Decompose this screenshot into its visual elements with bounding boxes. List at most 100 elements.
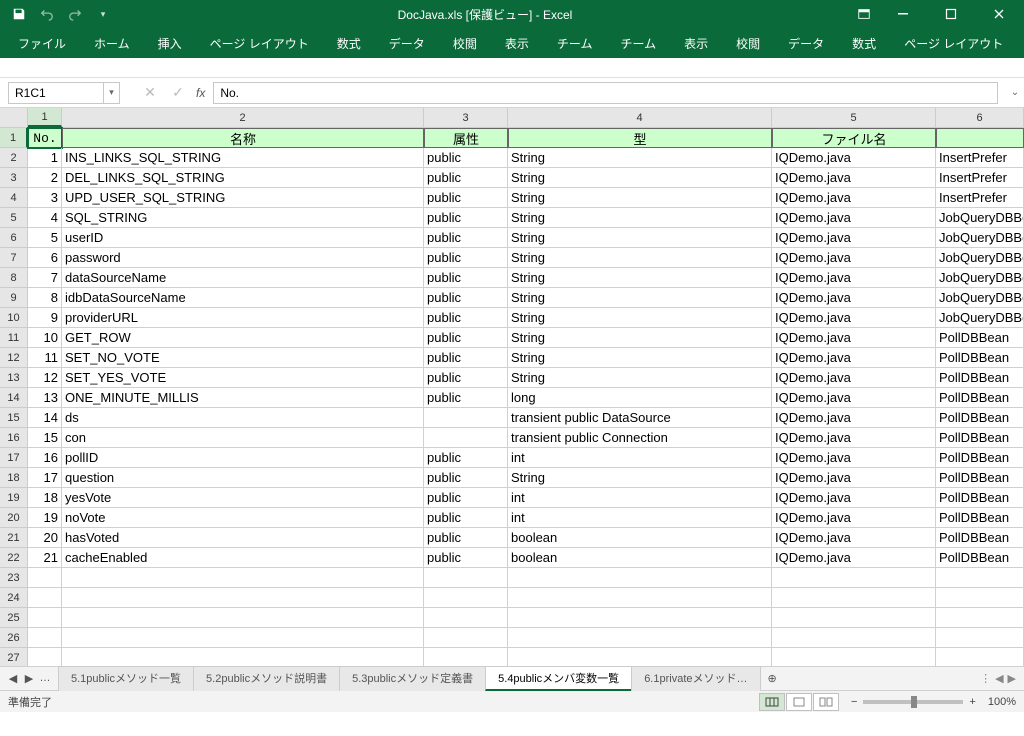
header-cell[interactable]: No. [28,128,62,148]
row-header[interactable]: 20 [0,508,28,528]
sheet-tab[interactable]: 5.4publicメンバ変数一覧 [485,666,632,691]
data-cell[interactable]: SET_YES_VOTE [62,368,424,388]
data-cell[interactable]: 13 [28,388,62,408]
empty-cell[interactable] [62,608,424,628]
data-cell[interactable]: String [508,228,772,248]
cells-area[interactable]: No.名称属性型ファイル名1INS_LINKS_SQL_STRINGpublic… [28,128,1024,666]
data-cell[interactable]: 2 [28,168,62,188]
data-cell[interactable]: 1 [28,148,62,168]
sheet-tab[interactable]: 5.2publicメソッド説明書 [193,666,340,691]
empty-cell[interactable] [424,608,508,628]
empty-cell[interactable] [936,648,1024,666]
row-header[interactable]: 26 [0,628,28,648]
data-cell[interactable]: ds [62,408,424,428]
data-cell[interactable]: public [424,268,508,288]
page-break-view-icon[interactable] [813,693,839,711]
row-header[interactable]: 16 [0,428,28,448]
row-header[interactable]: 1 [0,128,28,148]
empty-cell[interactable] [508,648,772,666]
ribbon-tab[interactable]: データ [774,28,838,58]
row-header[interactable]: 18 [0,468,28,488]
data-cell[interactable]: String [508,468,772,488]
redo-icon[interactable] [64,3,86,25]
data-cell[interactable]: question [62,468,424,488]
data-cell[interactable]: String [508,248,772,268]
row-header[interactable]: 3 [0,168,28,188]
row-header[interactable]: 19 [0,488,28,508]
data-cell[interactable]: String [508,368,772,388]
data-cell[interactable]: IQDemo.java [772,348,936,368]
data-cell[interactable]: JobQueryDBBe [936,308,1024,328]
data-cell[interactable]: public [424,548,508,568]
header-cell[interactable] [936,128,1024,148]
data-cell[interactable]: PollDBBean [936,408,1024,428]
scroll-left-icon[interactable]: ◀ [995,672,1003,685]
row-header[interactable]: 27 [0,648,28,666]
data-cell[interactable]: idbDataSourceName [62,288,424,308]
data-cell[interactable]: String [508,268,772,288]
data-cell[interactable]: JobQueryDBBe [936,288,1024,308]
empty-cell[interactable] [936,568,1024,588]
data-cell[interactable]: con [62,428,424,448]
ribbon-tab[interactable]: 挿入 [144,28,196,58]
data-cell[interactable]: ONE_MINUTE_MILLIS [62,388,424,408]
data-cell[interactable]: noVote [62,508,424,528]
data-cell[interactable]: transient public Connection [508,428,772,448]
ribbon-tab[interactable]: 挿入 [1017,28,1024,58]
row-header[interactable]: 2 [0,148,28,168]
sheet-tab[interactable]: 6.1privateメソッド… [631,666,760,691]
data-cell[interactable]: 15 [28,428,62,448]
data-cell[interactable]: String [508,348,772,368]
zoom-slider[interactable] [863,700,963,704]
zoom-out-button[interactable]: − [851,696,857,708]
data-cell[interactable]: boolean [508,548,772,568]
normal-view-icon[interactable] [759,693,785,711]
data-cell[interactable]: String [508,208,772,228]
data-cell[interactable]: PollDBBean [936,468,1024,488]
empty-cell[interactable] [424,588,508,608]
ribbon-tab[interactable]: ホーム [80,28,144,58]
empty-cell[interactable] [28,628,62,648]
data-cell[interactable]: int [508,448,772,468]
data-cell[interactable]: int [508,488,772,508]
save-icon[interactable] [8,3,30,25]
data-cell[interactable]: IQDemo.java [772,388,936,408]
row-header[interactable]: 12 [0,348,28,368]
data-cell[interactable]: IQDemo.java [772,508,936,528]
select-all-corner[interactable] [0,108,28,127]
data-cell[interactable]: 4 [28,208,62,228]
data-cell[interactable]: public [424,168,508,188]
data-cell[interactable]: public [424,328,508,348]
data-cell[interactable]: public [424,228,508,248]
data-cell[interactable]: 9 [28,308,62,328]
data-cell[interactable]: public [424,148,508,168]
data-cell[interactable]: public [424,188,508,208]
data-cell[interactable]: String [508,328,772,348]
ribbon-tab[interactable]: ページ レイアウト [196,28,323,58]
page-layout-view-icon[interactable] [786,693,812,711]
data-cell[interactable]: 14 [28,408,62,428]
ribbon-tab[interactable]: 表示 [670,28,722,58]
row-header[interactable]: 13 [0,368,28,388]
data-cell[interactable]: yesVote [62,488,424,508]
ribbon-tab[interactable]: 校閲 [722,28,774,58]
data-cell[interactable]: public [424,468,508,488]
data-cell[interactable]: PollDBBean [936,388,1024,408]
data-cell[interactable]: UPD_USER_SQL_STRING [62,188,424,208]
data-cell[interactable]: public [424,388,508,408]
data-cell[interactable]: String [508,308,772,328]
data-cell[interactable]: public [424,288,508,308]
empty-cell[interactable] [424,648,508,666]
empty-cell[interactable] [772,588,936,608]
sheet-nav-prev-icon[interactable]: ◀ [6,672,20,685]
row-header[interactable]: 24 [0,588,28,608]
data-cell[interactable]: String [508,168,772,188]
empty-cell[interactable] [62,588,424,608]
sheet-nav-more-icon[interactable]: … [38,672,52,685]
data-cell[interactable]: IQDemo.java [772,188,936,208]
data-cell[interactable]: DEL_LINKS_SQL_STRING [62,168,424,188]
ribbon-tab[interactable]: 表示 [491,28,543,58]
data-cell[interactable]: IQDemo.java [772,428,936,448]
sheet-nav-next-icon[interactable]: ▶ [22,672,36,685]
data-cell[interactable]: IQDemo.java [772,288,936,308]
